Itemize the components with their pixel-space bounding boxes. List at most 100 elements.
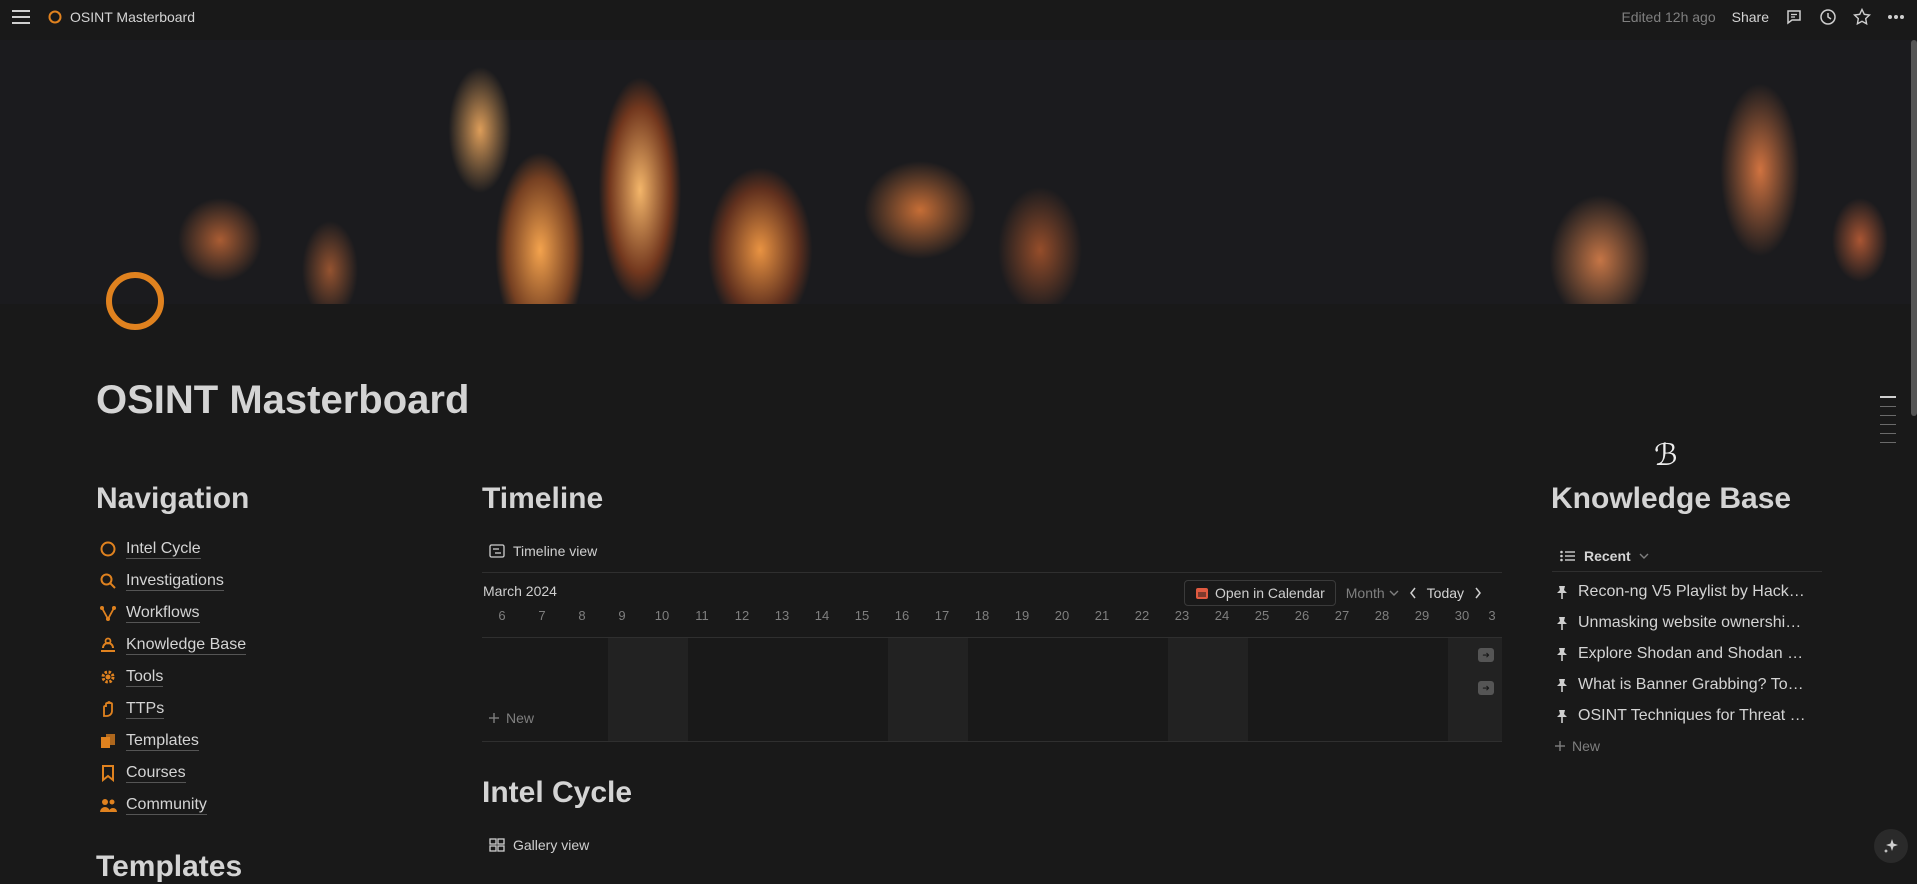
chevron-left-icon[interactable] [1409,587,1417,599]
list-item-title: Unmasking website ownership with OSINT [1578,613,1810,631]
nav-item-tools[interactable]: Tools [98,661,398,693]
knowledge-base-new-button[interactable]: New [1554,738,1600,754]
list-item[interactable]: OSINT Techniques for Threat Intelligence [1552,700,1822,731]
timeline-divider [482,572,1502,573]
nav-item-label: Courses [126,764,186,783]
day-label: 16 [894,608,910,623]
toc-line [1880,433,1896,434]
today-button[interactable]: Today [1427,585,1464,601]
history-icon[interactable] [1819,8,1837,26]
timeline-new-button[interactable]: New [488,710,534,726]
plus-icon [488,712,500,724]
scrollbar[interactable] [1911,40,1917,416]
star-icon[interactable] [1853,8,1871,26]
page-title[interactable]: OSINT Masterboard [96,378,469,423]
knowledge-base-new-label: New [1572,738,1601,754]
list-item[interactable]: Explore Shodan and Shodan CLI [1552,638,1822,669]
knowledge-base-heading: Knowledge Base [1551,482,1792,515]
day-label: 12 [734,608,750,623]
nav-item-label: Community [126,796,207,815]
nav-item-ttps[interactable]: TTPs [98,693,398,725]
ai-sparkle-button[interactable] [1874,829,1908,863]
weekend-band [888,638,968,741]
breadcrumb[interactable]: OSINT Masterboard [48,9,195,25]
plus-icon [1554,740,1566,752]
weekend-band [1168,638,1248,741]
top-bar: OSINT Masterboard Edited 12h ago Share [0,0,1917,34]
day-label: 22 [1134,608,1150,623]
timeline-view-tab[interactable]: Timeline view [489,543,597,559]
timeline-new-label: New [506,710,535,726]
sparkle-icon [1883,838,1899,854]
documents-icon [98,731,118,751]
day-label: 24 [1214,608,1230,623]
day-label: 30 [1454,608,1470,623]
nav-item-community[interactable]: Community [98,789,398,821]
share-button[interactable]: Share [1732,9,1769,25]
scale-icon [98,635,118,655]
nav-item-label: Investigations [126,572,224,591]
day-label: 17 [934,608,950,623]
templates-heading: Templates [96,850,243,883]
timeline-month: March 2024 [483,583,557,599]
list-item[interactable]: Unmasking website ownership with OSINT [1552,607,1822,638]
nav-item-workflows[interactable]: Workflows [98,597,398,629]
open-in-calendar-button[interactable]: Open in Calendar [1184,580,1336,606]
day-label: 28 [1374,608,1390,623]
nav-item-investigations[interactable]: Investigations [98,565,398,597]
weekend-band [608,638,688,741]
list-item[interactable]: What is Banner Grabbing? Tools and Techn… [1552,669,1822,700]
day-label: 9 [618,608,626,623]
day-label: 8 [578,608,586,623]
circle-icon [98,539,118,559]
text-cursor-icon: ℬ [1654,439,1678,472]
page-circle-icon[interactable] [106,272,164,330]
nav-item-intel-cycle[interactable]: Intel Cycle [98,533,398,565]
day-label: 13 [774,608,790,623]
menu-icon[interactable] [12,10,30,24]
timeline-controls: Open in Calendar Month Today [1184,580,1482,606]
gallery-view-tab[interactable]: Gallery view [489,837,589,853]
nav-item-label: Workflows [126,604,200,623]
day-label: 21 [1094,608,1110,623]
timeline-grid[interactable]: ➜ ➜ [482,637,1502,742]
timeline-heading: Timeline [482,482,604,515]
knowledge-base-list: Recon-ng V5 Playlist by HackerSploit Unm… [1552,576,1822,731]
search-icon [98,571,118,591]
range-select[interactable]: Month [1346,585,1399,601]
circle-icon [48,10,62,24]
scroll-to-item-icon[interactable]: ➜ [1478,681,1494,695]
nav-item-knowledge-base[interactable]: Knowledge Base [98,629,398,661]
list-item-title: Recon-ng V5 Playlist by HackerSploit [1578,582,1810,600]
nav-item-label: Intel Cycle [126,540,201,559]
calendar-icon [1195,586,1209,600]
navigation-heading: Navigation [96,482,250,515]
range-select-label: Month [1345,585,1385,601]
nav-item-label: Tools [126,668,164,687]
list-item-title: What is Banner Grabbing? Tools and Techn… [1578,675,1810,693]
chevron-right-icon[interactable] [1474,587,1482,599]
day-label: 27 [1334,608,1350,623]
day-label: 14 [814,608,830,623]
comment-icon[interactable] [1785,8,1803,26]
list-item[interactable]: Recon-ng V5 Playlist by HackerSploit [1552,576,1822,607]
day-label: 7 [538,608,546,623]
navigation-list: Intel Cycle Investigations Workflows Kno… [98,533,398,821]
nav-item-courses[interactable]: Courses [98,757,398,789]
timeline-day-header: 6 7 8 9 10 11 12 13 14 15 16 17 18 19 20… [482,608,1502,628]
more-icon[interactable] [1887,14,1905,20]
recent-view-tab[interactable]: Recent [1552,540,1822,572]
nav-item-templates[interactable]: Templates [98,725,398,757]
scroll-to-item-icon[interactable]: ➜ [1478,648,1494,662]
day-label: 19 [1014,608,1030,623]
table-of-contents[interactable] [1880,396,1896,443]
day-label: 18 [974,608,990,623]
day-label: 29 [1414,608,1430,623]
recent-view-label: Recent [1584,547,1631,564]
day-label: 3 [1488,608,1496,623]
toc-line [1880,415,1896,416]
timeline-view-label: Timeline view [513,543,598,559]
nav-item-label: TTPs [126,700,165,719]
toc-line [1880,396,1896,398]
hand-icon [98,699,118,719]
